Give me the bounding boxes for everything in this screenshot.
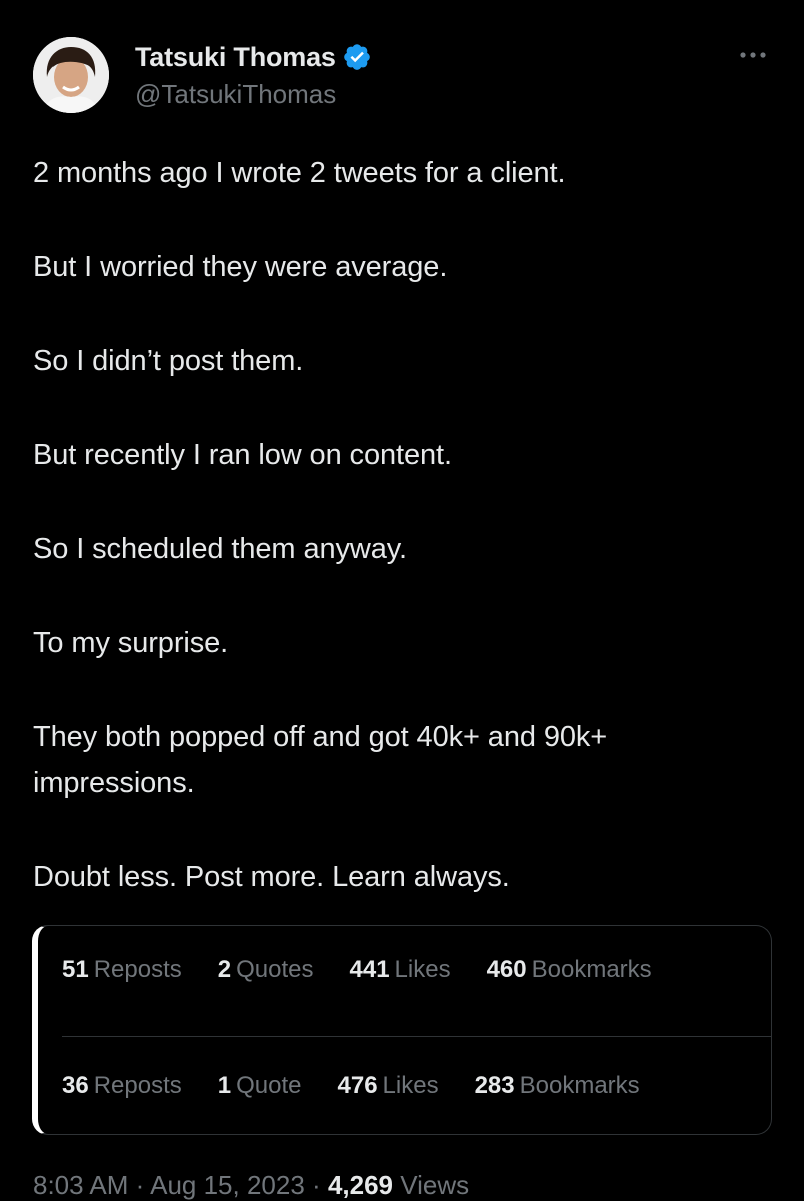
stats-divider	[62, 1036, 771, 1037]
reposts-label: Reposts	[93, 1072, 182, 1099]
likes-count: 476	[337, 1072, 378, 1099]
quotes-label: Quote	[236, 1072, 302, 1099]
reposts-label: Reposts	[93, 956, 182, 983]
likes-label: Likes	[382, 1072, 439, 1099]
views-count: 4,269	[327, 1170, 394, 1200]
verified-badge-icon	[342, 42, 372, 72]
bookmarks-label: Bookmarks	[519, 1072, 640, 1099]
tweet-paragraph: But recently I ran low on content.	[33, 439, 452, 471]
tweet-paragraph: So I scheduled them anyway.	[33, 533, 407, 565]
tweet-header: Tatsuki Thomas @TatsukiThomas	[33, 37, 773, 117]
bookmarks-label: Bookmarks	[531, 956, 652, 983]
reposts-count: 51	[62, 956, 89, 983]
quotes-label: Quotes	[236, 956, 314, 983]
bookmarks-stat[interactable]: 460 Bookmarks	[487, 956, 652, 984]
tweet-paragraph: But I worried they were average.	[33, 251, 448, 283]
reposts-stat[interactable]: 36 Reposts	[62, 1072, 182, 1100]
quotes-count: 1	[217, 1072, 232, 1099]
quotes-stat[interactable]: 1 Quote	[218, 1072, 302, 1100]
likes-label: Likes	[394, 956, 451, 983]
embedded-stats-card: 51 Reposts 2 Quotes 441 Likes 460 Bookmarks …	[32, 925, 772, 1135]
bookmarks-stat[interactable]: 283 Bookmarks	[475, 1072, 640, 1100]
more-horizontal-icon	[740, 52, 766, 58]
likes-stat[interactable]: 441 Likes	[350, 956, 451, 984]
likes-stat[interactable]: 476 Likes	[338, 1072, 439, 1100]
tweet-metadata: 8:03 AM · Aug 15, 2023 · 4,269 Views	[33, 1170, 469, 1201]
tweet-paragraph: 2 months ago I wrote 2 tweets for a clie…	[33, 157, 566, 189]
tweet-paragraph: So I didn’t post them.	[33, 345, 304, 377]
likes-count: 441	[349, 956, 390, 983]
tweet-time[interactable]: 8:03 AM	[33, 1170, 128, 1200]
tweet-date[interactable]: Aug 15, 2023	[150, 1170, 305, 1200]
tweet-text: 2 months ago I wrote 2 tweets for a clie…	[33, 150, 773, 948]
bookmarks-count: 460	[486, 956, 527, 983]
quotes-count: 2	[217, 956, 232, 983]
tweet-paragraph: To my surprise.	[33, 627, 229, 659]
more-options-button[interactable]	[733, 45, 773, 65]
author-handle[interactable]: @TatsukiThomas	[135, 79, 372, 110]
user-avatar-icon	[33, 37, 109, 113]
meta-separator: ·	[135, 1170, 145, 1200]
stats-row: 51 Reposts 2 Quotes 441 Likes 460 Bookmarks	[62, 956, 688, 984]
reposts-count: 36	[62, 1072, 89, 1099]
author-avatar[interactable]	[33, 37, 109, 113]
quotes-stat[interactable]: 2 Quotes	[218, 956, 314, 984]
stats-row: 36 Reposts 1 Quote 476 Likes 283 Bookmarks	[62, 1072, 676, 1100]
author-display-name[interactable]: Tatsuki Thomas	[135, 42, 336, 73]
author-info: Tatsuki Thomas @TatsukiThomas	[135, 41, 372, 110]
bookmarks-count: 283	[474, 1072, 515, 1099]
tweet-paragraph: Doubt less. Post more. Learn always.	[33, 861, 510, 893]
tweet-paragraph: They both popped off and got 40k+ and 90…	[33, 721, 608, 799]
meta-separator: ·	[312, 1170, 321, 1200]
views-label: Views	[400, 1170, 470, 1200]
reposts-stat[interactable]: 51 Reposts	[62, 956, 182, 984]
